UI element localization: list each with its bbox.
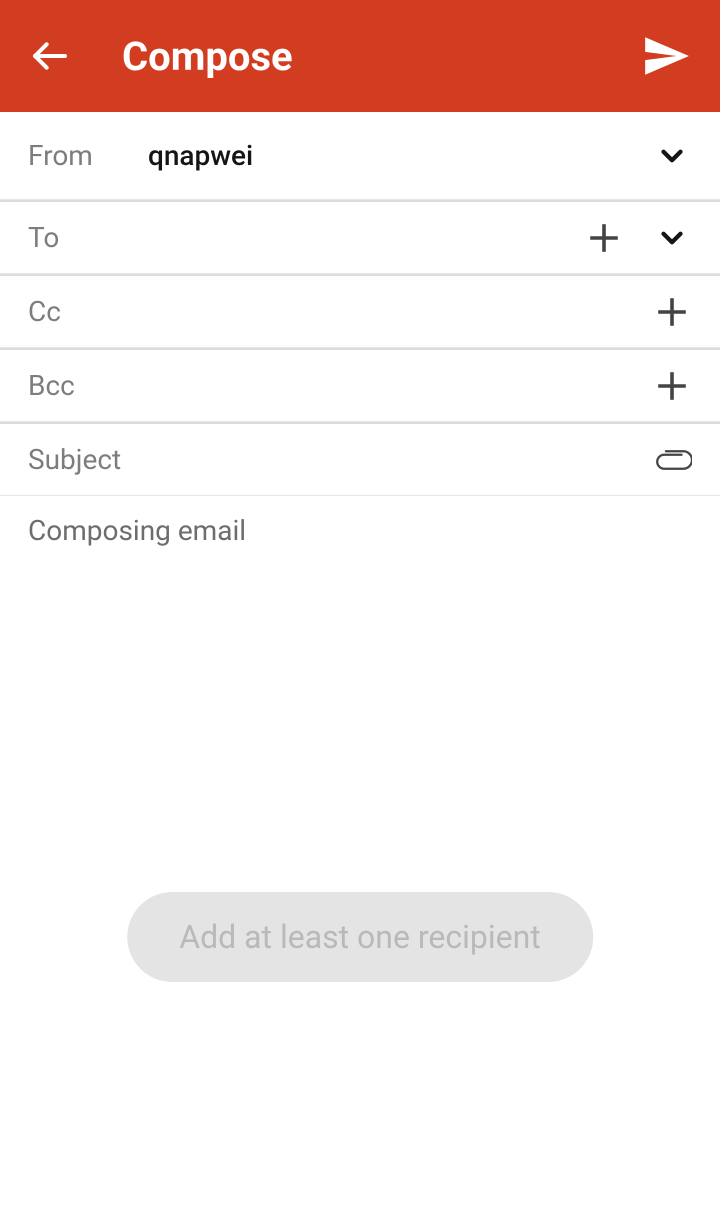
to-expand-button[interactable]: [652, 218, 692, 258]
toolbar-left: Compose: [28, 33, 293, 80]
toast-text: Add at least one recipient: [179, 918, 541, 956]
cc-row[interactable]: Cc: [0, 274, 720, 348]
plus-icon: [654, 368, 690, 404]
to-input[interactable]: [148, 221, 584, 254]
from-value: qnapwei: [148, 139, 253, 172]
bcc-add-contact-button[interactable]: [652, 366, 692, 406]
back-arrow-icon: [30, 36, 70, 76]
to-label: To: [28, 221, 148, 254]
cc-label: Cc: [28, 295, 148, 328]
from-row[interactable]: From qnapwei: [0, 112, 720, 200]
to-add-contact-button[interactable]: [584, 218, 624, 258]
bcc-label: Bcc: [28, 369, 148, 402]
paperclip-icon: [652, 447, 692, 473]
subject-row[interactable]: [0, 422, 720, 496]
page-title: Compose: [122, 33, 293, 80]
bcc-input[interactable]: [148, 369, 652, 402]
send-button[interactable]: [640, 30, 692, 82]
back-button[interactable]: [28, 34, 72, 78]
to-row[interactable]: To: [0, 200, 720, 274]
from-label: From: [28, 139, 148, 172]
cc-input[interactable]: [148, 295, 652, 328]
chevron-down-icon: [655, 139, 689, 173]
toast-message: Add at least one recipient: [127, 892, 593, 982]
cc-add-contact-button[interactable]: [652, 292, 692, 332]
attach-button[interactable]: [652, 440, 692, 480]
bcc-row[interactable]: Bcc: [0, 348, 720, 422]
compose-form: From qnapwei To: [0, 112, 720, 565]
toolbar: Compose: [0, 0, 720, 112]
from-dropdown-button[interactable]: [652, 136, 692, 176]
chevron-down-icon: [655, 221, 689, 255]
body-placeholder: Composing email: [28, 514, 246, 547]
email-body[interactable]: Composing email: [0, 496, 720, 565]
plus-icon: [586, 220, 622, 256]
send-icon: [641, 31, 691, 81]
subject-input[interactable]: [28, 443, 652, 476]
plus-icon: [654, 294, 690, 330]
